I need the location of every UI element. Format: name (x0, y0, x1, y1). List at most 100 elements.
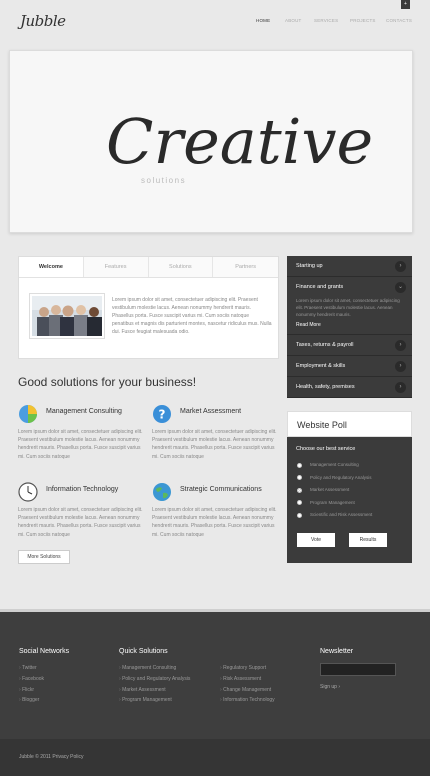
sidebar-accordion: Starting up › Finance and grants ⌄ Lorem… (287, 256, 412, 398)
footer-link[interactable]: Information Technology (220, 695, 275, 706)
footer-link[interactable]: Regulatory Support (220, 663, 275, 674)
accordion-item-taxes[interactable]: Taxes, returns & payroll › (287, 335, 412, 356)
radio-button[interactable] (297, 512, 302, 518)
radio-button[interactable] (297, 500, 302, 506)
footer-title: Quick Solutions (119, 648, 168, 655)
chevron-down-icon: ⌄ (395, 282, 406, 293)
nav-services[interactable]: SERVICES (314, 18, 350, 23)
nav-projects[interactable]: PROJECTS (350, 18, 386, 23)
poll-title: Website Poll (287, 411, 412, 437)
hero-graphic: Creative solutions (106, 105, 373, 185)
tab-welcome[interactable]: Welcome (19, 257, 84, 277)
footer-link[interactable]: Risk Assessment (220, 674, 275, 685)
chevron-right-icon: › (395, 382, 406, 393)
signup-link[interactable]: Sign up › (320, 684, 396, 690)
poll-option[interactable]: Scientific and Risk Assessment (297, 509, 412, 522)
bottom-bar: Jubble © 2011 Privacy Policy (0, 739, 430, 776)
footer-social: Social Networks Twitter Facebook Flickr … (19, 648, 69, 706)
footer-link[interactable]: Change Management (220, 685, 275, 696)
service-title[interactable]: Strategic Communications (180, 486, 262, 493)
footer-link[interactable]: Blogger (19, 695, 69, 706)
service-text: Lorem ipsum dolor sit amet, consectetuer… (18, 429, 143, 460)
footer-quick-solutions-2: Regulatory Support Risk Assessment Chang… (220, 663, 275, 706)
nav-contacts[interactable]: CONTACTS (386, 18, 415, 23)
tab-solutions[interactable]: Solutions (148, 257, 214, 277)
poll-question: Choose our best service (296, 446, 356, 452)
tab-bar: Welcome Features Solutions Partners (19, 257, 278, 278)
svg-text:?: ? (159, 408, 166, 422)
service-title[interactable]: Information Technology (46, 486, 118, 493)
clock-icon (18, 482, 38, 502)
service-text: Lorem ipsum dolor sit amet, consectetuer… (18, 507, 143, 538)
poll-option-label: Policy and Regulatory Analysis (310, 474, 372, 480)
section-title: Good solutions for your business! (18, 375, 197, 389)
nav-home[interactable]: HOME (256, 18, 285, 23)
poll-option[interactable]: Management Consulting (297, 459, 412, 472)
pie-chart-icon (19, 405, 37, 423)
poll-option[interactable]: Policy and Regulatory Analysis (297, 472, 412, 485)
chevron-right-icon: › (395, 261, 406, 272)
radio-button-selected[interactable] (297, 487, 302, 493)
accordion-item-finance[interactable]: Finance and grants ⌄ Lorem ipsum dolor s… (287, 277, 412, 335)
accordion-label: Taxes, returns & payroll (296, 342, 354, 348)
footer-newsletter: Newsletter Sign up › (320, 648, 396, 690)
poll-options: Management Consulting Policy and Regulat… (297, 459, 412, 522)
footer-link[interactable]: Management Consulting (119, 663, 190, 674)
site-logo[interactable]: Jubble (20, 12, 66, 30)
footer-title: Newsletter (320, 648, 354, 655)
service-text: Lorem ipsum dolor sit amet, consectetuer… (152, 429, 277, 460)
service-title[interactable]: Management Consulting (46, 408, 122, 415)
hero-title: Creative (106, 105, 373, 178)
poll-option-label: Market Assessment (310, 487, 350, 493)
nav-about[interactable]: ABOUT (285, 18, 314, 23)
newsletter-email-input[interactable] (320, 663, 396, 676)
hero-subtitle: solutions (141, 176, 186, 185)
copyright: Jubble © 2011 Privacy Policy (19, 754, 84, 760)
tab-features[interactable]: Features (83, 257, 149, 277)
poll-option-label: Scientific and Risk Assessment (310, 512, 373, 518)
footer-link[interactable]: Policy and Regulatory Analysis (119, 674, 190, 685)
tab-partners[interactable]: Partners (213, 257, 278, 277)
service-text: Lorem ipsum dolor sit amet, consectetuer… (152, 507, 277, 538)
poll-option-label: Management Consulting (310, 462, 359, 468)
accordion-label: Employment & skills (296, 363, 346, 369)
footer-title: Social Networks (19, 648, 70, 655)
vote-button[interactable]: Vote (297, 533, 335, 547)
poll-option-label: Program Management (310, 499, 355, 505)
plus-icon[interactable]: + (401, 0, 410, 9)
results-button[interactable]: Results (349, 533, 387, 547)
tabs-panel: Welcome Features Solutions Partners Lore… (18, 256, 279, 359)
chevron-right-icon: › (395, 361, 406, 372)
service-title[interactable]: Market Assessment (180, 408, 241, 415)
hero-banner: Creative solutions (9, 50, 413, 233)
radio-button[interactable] (297, 462, 302, 468)
team-photo (30, 294, 104, 338)
footer-link[interactable]: Market Assessment (119, 685, 190, 696)
accordion-label: Health, safety, premises (296, 384, 355, 390)
site-header: Jubble HOME ABOUT SERVICES PROJECTS CONT… (0, 0, 430, 44)
accordion-label: Finance and grants (296, 284, 344, 290)
accordion-body: Lorem ipsum dolor sit amet, consectetuer… (296, 298, 400, 317)
poll-option[interactable]: Program Management (297, 497, 412, 510)
read-more-link[interactable]: Read More (296, 322, 403, 328)
main-nav: HOME ABOUT SERVICES PROJECTS CONTACTS (256, 18, 415, 23)
accordion-item-health[interactable]: Health, safety, premises › (287, 377, 412, 398)
radio-button[interactable] (297, 475, 302, 481)
poll-buttons: Vote Results (297, 533, 401, 547)
accordion-item-starting-up[interactable]: Starting up › (287, 256, 412, 277)
site-footer: Social Networks Twitter Facebook Flickr … (0, 609, 430, 739)
footer-quick-solutions: Quick Solutions Management Consulting Po… (119, 648, 190, 706)
more-solutions-button[interactable]: More Solutions (18, 550, 70, 564)
chevron-right-icon: › (395, 340, 406, 351)
footer-link[interactable]: Facebook (19, 674, 69, 685)
footer-link[interactable]: Flickr (19, 685, 69, 696)
accordion-label: Starting up (296, 263, 323, 269)
footer-link[interactable]: Program Management (119, 695, 190, 706)
footer-link[interactable]: Twitter (19, 663, 69, 674)
accordion-item-employment[interactable]: Employment & skills › (287, 356, 412, 377)
website-poll: Website Poll Choose our best service Man… (287, 411, 412, 563)
poll-option[interactable]: Market Assessment (297, 484, 412, 497)
globe-icon (153, 483, 171, 501)
welcome-text: Lorem ipsum dolor sit amet, consectetuer… (112, 297, 272, 335)
help-icon: ? (153, 405, 171, 423)
